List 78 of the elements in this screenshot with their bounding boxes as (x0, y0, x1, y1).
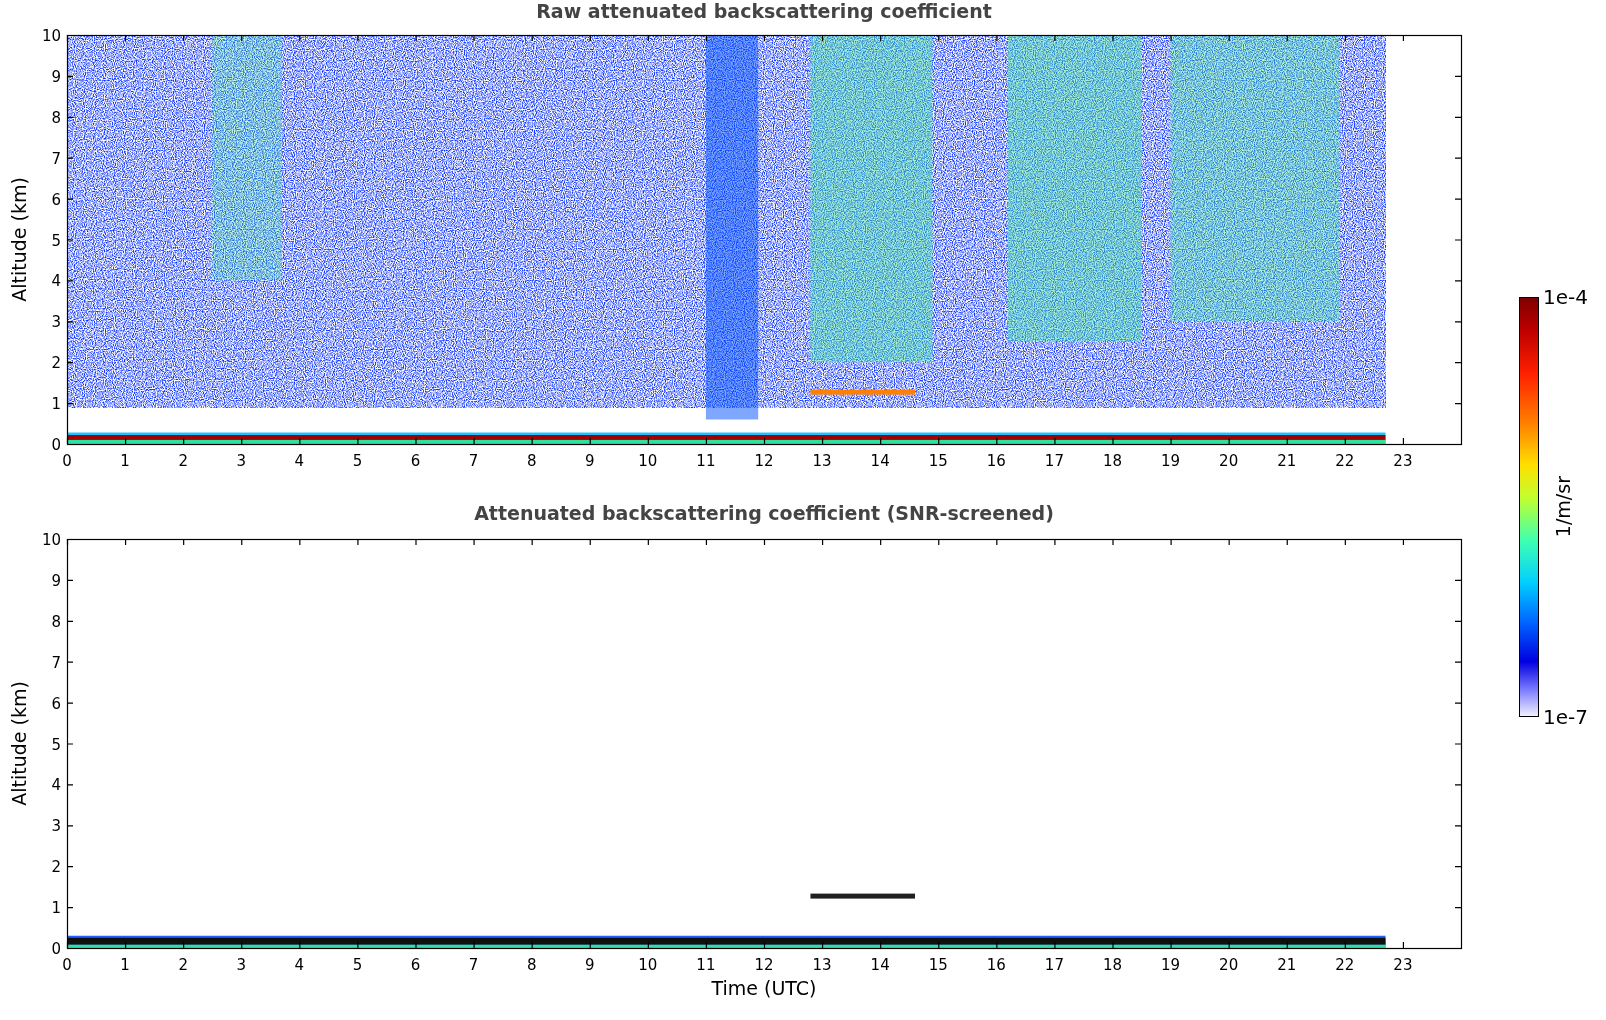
tick-label: 8 (51, 612, 61, 631)
tick-label: 6 (410, 452, 421, 470)
tick-label: 18 (1102, 452, 1123, 470)
tick-label: 16 (986, 956, 1006, 974)
tick-label: 13 (812, 956, 832, 974)
tick-label: 22 (1335, 452, 1355, 470)
tick-label: 5 (352, 956, 363, 974)
tick-label: 10 (41, 27, 61, 45)
tick-label: 4 (51, 776, 61, 795)
tick-label: 13 (812, 452, 832, 470)
colorbar-min-label: 1e-7 (1543, 707, 1588, 727)
tick-label: 11 (696, 452, 716, 470)
colorbar-unit-label: 1/m/sr (1552, 476, 1574, 538)
tick-label: 0 (62, 956, 72, 974)
tick-label: 5 (51, 231, 61, 250)
tick-label: 5 (352, 452, 363, 470)
tick-label: 11 (696, 956, 716, 974)
tick-label: 20 (1219, 452, 1239, 470)
tick-label: 0 (51, 436, 61, 454)
tick-label: 6 (51, 190, 61, 209)
tick-label: 17 (1044, 452, 1064, 470)
tick-label: 1 (120, 956, 130, 974)
chart-title: Raw attenuated backscattering coefficient (536, 0, 992, 22)
tick-label: 19 (1161, 956, 1181, 974)
tick-label: 10 (638, 452, 658, 470)
tick-label: 6 (410, 956, 421, 974)
tick-label: 7 (51, 653, 61, 672)
tick-label: 6 (51, 694, 61, 713)
tick-label: 2 (178, 956, 188, 974)
tick-label: 21 (1277, 452, 1297, 470)
tick-label: 14 (870, 956, 890, 974)
tick-label: 3 (51, 817, 61, 836)
tick-label: 17 (1044, 956, 1064, 974)
tick-label: 0 (51, 940, 61, 958)
tick-label: 4 (51, 272, 61, 291)
axis-label: Altitude (km) (8, 681, 30, 806)
tick-label: 1 (51, 899, 61, 918)
tick-label: 9 (51, 571, 61, 590)
tick-label: 7 (51, 149, 61, 168)
tick-label: 4 (294, 452, 305, 470)
tick-label: 3 (236, 452, 246, 470)
tick-label: 10 (41, 531, 61, 549)
tick-label: 22 (1335, 956, 1355, 974)
tick-label: 12 (754, 452, 774, 470)
tick-label: 1 (120, 452, 130, 470)
tick-label: 9 (585, 956, 595, 974)
tick-label: 20 (1219, 956, 1239, 974)
tick-label: 7 (468, 956, 479, 974)
tick-label: 23 (1393, 452, 1413, 470)
tick-label: 4 (294, 956, 305, 974)
tick-label: 23 (1393, 956, 1413, 974)
tick-label: 19 (1161, 452, 1181, 470)
tick-label: 18 (1102, 956, 1123, 974)
tick-label: 1 (51, 395, 61, 414)
tick-label: 2 (51, 858, 61, 877)
chart-title: Attenuated backscattering coefficient (SNR-screened) (474, 502, 1054, 524)
axis-label: Time (UTC) (711, 977, 817, 999)
tick-label: 14 (870, 452, 890, 470)
colorbar-max-label: 1e-4 (1543, 287, 1588, 307)
tick-label: 9 (51, 67, 61, 86)
tick-label: 15 (928, 956, 948, 974)
tick-label: 3 (51, 313, 61, 332)
tick-label: 10 (638, 956, 658, 974)
tick-label: 0 (62, 452, 72, 470)
tick-label: 21 (1277, 956, 1297, 974)
tick-label: 7 (468, 452, 479, 470)
tick-label: 9 (585, 452, 595, 470)
tick-label: 8 (51, 108, 61, 127)
tick-label: 16 (986, 452, 1006, 470)
axis-label: Altitude (km) (8, 177, 30, 302)
tick-label: 15 (928, 452, 948, 470)
tick-label: 5 (51, 735, 61, 754)
tick-label: 8 (526, 956, 537, 974)
tick-label: 8 (526, 452, 537, 470)
tick-label: 3 (236, 956, 246, 974)
tick-label: 12 (754, 956, 774, 974)
tick-label: 2 (51, 354, 61, 373)
tick-label: 2 (178, 452, 188, 470)
